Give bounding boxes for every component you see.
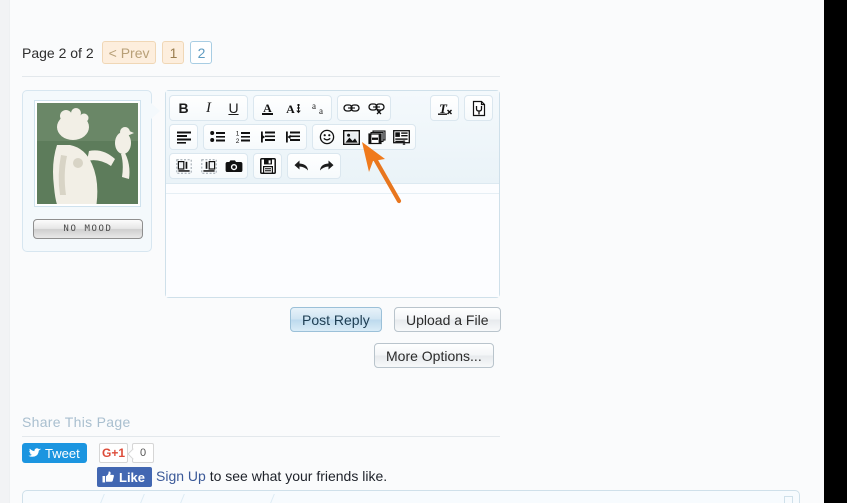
share-this-page-heading: Share This Page bbox=[22, 414, 131, 430]
unlink-icon[interactable] bbox=[364, 96, 389, 120]
sign-up-link[interactable]: Sign Up bbox=[156, 468, 206, 484]
facebook-friends-text: to see what your friends like. bbox=[206, 468, 387, 484]
bullet-list-icon[interactable] bbox=[205, 125, 230, 149]
toolbar-group-align bbox=[169, 124, 198, 150]
toolbar-group-clear: T bbox=[430, 95, 459, 121]
svg-text:2: 2 bbox=[235, 138, 239, 144]
more-options-button[interactable]: More Options... bbox=[374, 343, 494, 368]
google-plus-count: 0 bbox=[132, 443, 154, 463]
redo-icon[interactable] bbox=[314, 154, 339, 178]
float-right-icon[interactable] bbox=[196, 154, 221, 178]
breadcrumb-sep-1 bbox=[98, 494, 105, 503]
toolbar-group-history bbox=[287, 153, 341, 179]
svg-text:a: a bbox=[312, 101, 316, 111]
like-label: Like bbox=[119, 470, 145, 485]
outdent-icon[interactable] bbox=[255, 125, 280, 149]
twitter-bird-icon bbox=[28, 448, 41, 459]
align-icon[interactable] bbox=[171, 125, 196, 149]
post-reply-button[interactable]: Post Reply bbox=[290, 307, 382, 332]
bottom-breadcrumb-bar[interactable] bbox=[22, 490, 800, 503]
forum-page: Page 2 of 2 < Prev 1 2 bbox=[0, 0, 824, 503]
underline-icon[interactable]: U bbox=[221, 96, 246, 120]
undo-icon[interactable] bbox=[289, 154, 314, 178]
toolbar-group-float bbox=[169, 153, 248, 179]
pagination: Page 2 of 2 < Prev 1 2 bbox=[22, 41, 212, 64]
toolbar-group-font: A A aa bbox=[253, 95, 332, 121]
pagination-page-2[interactable]: 2 bbox=[190, 41, 212, 64]
indent-icon[interactable] bbox=[280, 125, 305, 149]
post-author-box: NO MOOD bbox=[22, 90, 152, 252]
toolbar-group-lists: 12 bbox=[203, 124, 307, 150]
cameo-image bbox=[37, 103, 140, 206]
remove-formatting-icon[interactable]: T bbox=[432, 96, 457, 120]
breadcrumb-sep-3 bbox=[178, 494, 185, 503]
float-left-icon[interactable] bbox=[171, 154, 196, 178]
toolbar-group-source bbox=[464, 95, 493, 121]
svg-text:1: 1 bbox=[235, 130, 239, 137]
screen: Page 2 of 2 < Prev 1 2 bbox=[0, 0, 847, 503]
thumbs-up-icon bbox=[102, 471, 115, 483]
annotation-arrow bbox=[352, 138, 412, 208]
toolbar-group-basic: B I U bbox=[169, 95, 248, 121]
font-size-icon[interactable]: A bbox=[280, 96, 305, 120]
mood-button[interactable]: NO MOOD bbox=[33, 219, 143, 239]
toolbar-row-3 bbox=[169, 153, 496, 179]
divider-share bbox=[22, 436, 500, 437]
camera-icon[interactable] bbox=[221, 154, 246, 178]
source-edit-icon[interactable] bbox=[466, 96, 491, 120]
toolbar-group-save bbox=[253, 153, 282, 179]
link-icon[interactable] bbox=[339, 96, 364, 120]
reply-textarea[interactable] bbox=[166, 193, 499, 297]
bold-icon[interactable]: B bbox=[171, 96, 196, 120]
upload-file-button[interactable]: Upload a File bbox=[394, 307, 501, 332]
svg-text:A: A bbox=[263, 101, 272, 115]
svg-text:A: A bbox=[286, 102, 295, 116]
italic-icon[interactable]: I bbox=[196, 96, 221, 120]
font-family-icon[interactable]: aa bbox=[305, 96, 330, 120]
page-left-gutter bbox=[0, 0, 10, 503]
svg-text:a: a bbox=[319, 106, 323, 116]
facebook-signup-text: Sign Up to see what your friends like. bbox=[156, 468, 387, 484]
toolbar-group-link bbox=[337, 95, 391, 121]
text-color-icon[interactable]: A bbox=[255, 96, 280, 120]
tweet-label: Tweet bbox=[45, 446, 80, 461]
breadcrumb-sep-2 bbox=[138, 494, 145, 503]
pagination-prev-button[interactable]: < Prev bbox=[102, 41, 157, 64]
reply-editor: B I U A A aa bbox=[165, 90, 500, 298]
toolbar-row-1: B I U A A aa bbox=[169, 95, 496, 121]
google-plus-one-button[interactable]: G+1 bbox=[99, 443, 128, 463]
save-draft-icon[interactable] bbox=[255, 154, 280, 178]
facebook-like-button[interactable]: Like bbox=[97, 467, 152, 487]
breadcrumb-box-icon bbox=[784, 496, 793, 503]
breadcrumb-sep-4 bbox=[268, 494, 275, 503]
toolbar-row-2: 12 bbox=[169, 124, 496, 150]
editor-toolbar: B I U A A aa bbox=[166, 91, 499, 184]
tweet-button[interactable]: Tweet bbox=[22, 443, 87, 463]
pagination-page-1[interactable]: 1 bbox=[162, 41, 184, 64]
divider-top bbox=[22, 76, 500, 77]
pagination-label: Page 2 of 2 bbox=[22, 45, 94, 61]
avatar[interactable] bbox=[35, 101, 140, 206]
smiley-icon[interactable] bbox=[314, 125, 339, 149]
numbered-list-icon[interactable]: 12 bbox=[230, 125, 255, 149]
